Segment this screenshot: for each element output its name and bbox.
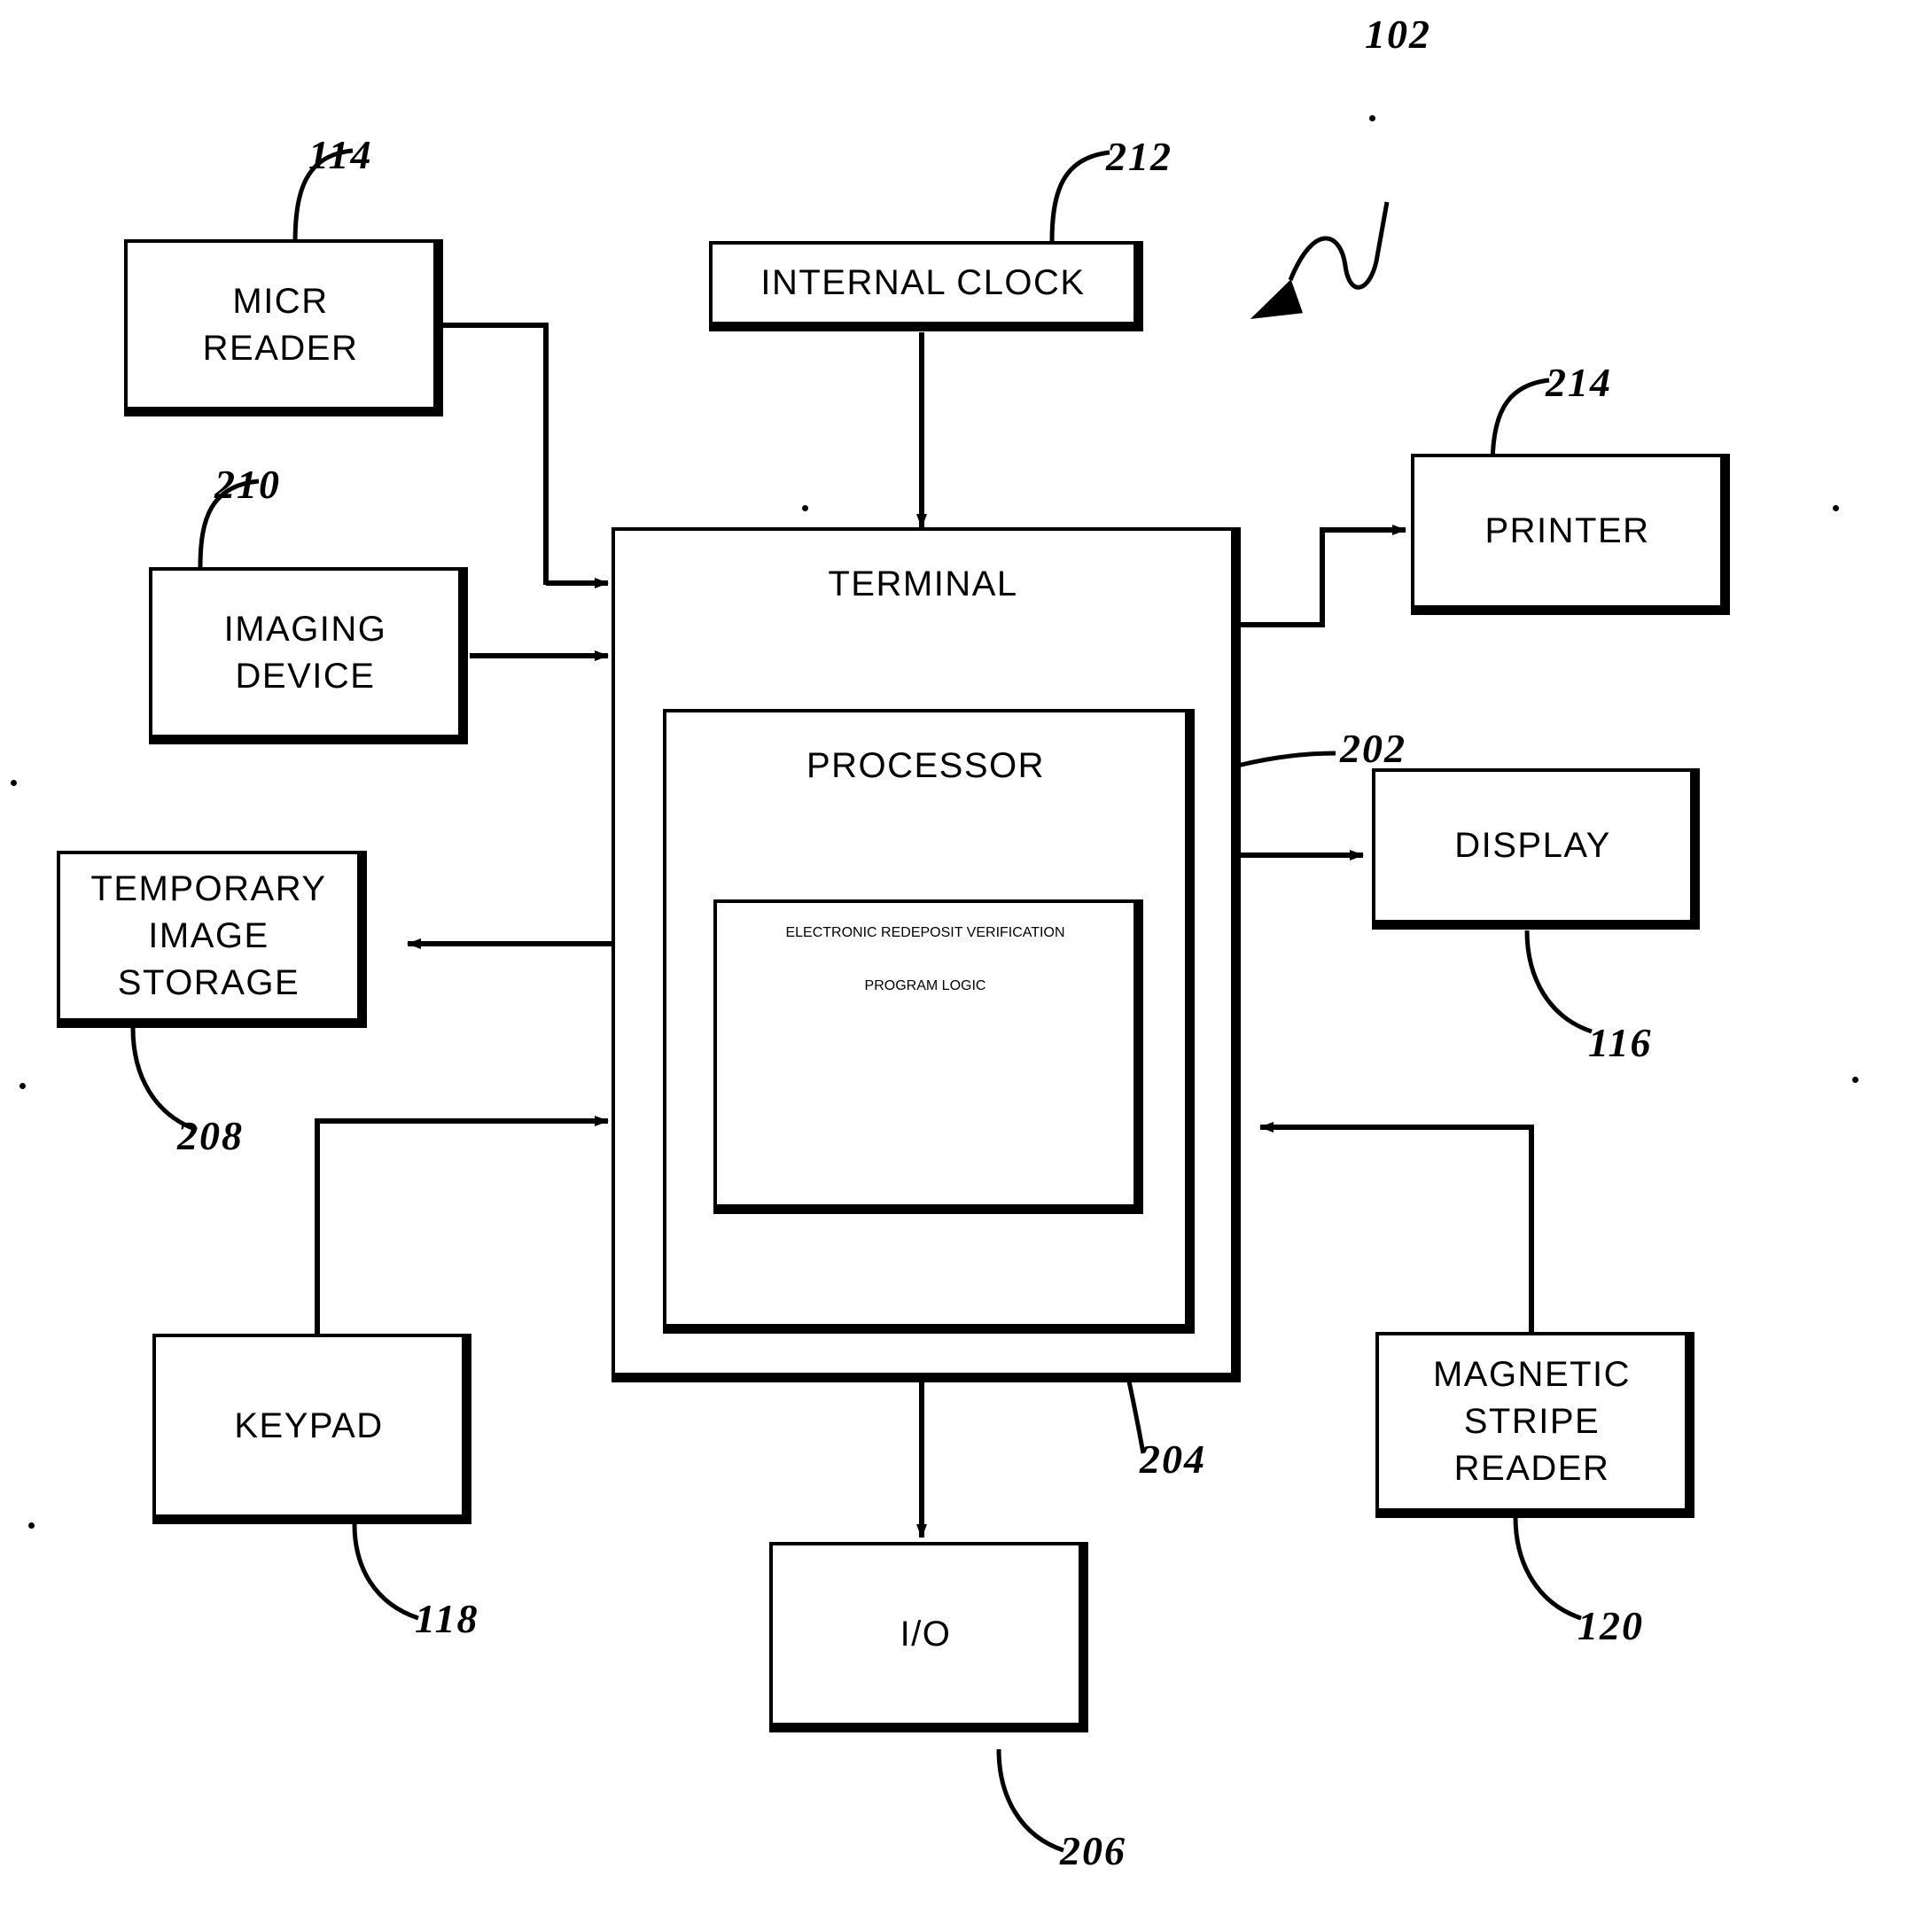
speckle [1852, 1077, 1858, 1083]
block-label-internal-clock: INTERNAL CLOCK [760, 263, 1086, 303]
ref-num-202: 202 [1340, 726, 1406, 771]
block-program-logic[interactable]: ELECTRONIC REDEPOSIT VERIFICATION PROGRA… [713, 899, 1143, 1214]
block-magnetic-stripe-reader[interactable]: MAGNETIC STRIPE READER [1375, 1332, 1694, 1518]
ref-num-114: 114 [308, 132, 373, 177]
block-label-printer: PRINTER [1484, 511, 1650, 551]
block-imaging-device[interactable]: IMAGING DEVICE [149, 567, 468, 744]
block-temporary-image-storage[interactable]: TEMPORARY IMAGE STORAGE [57, 851, 367, 1028]
ref-num-212: 212 [1106, 134, 1172, 179]
block-label-processor: PROCESSOR [806, 746, 1046, 785]
block-label-temporary-image-storage: TEMPORARY IMAGE STORAGE [90, 869, 327, 1002]
speckle [19, 1083, 26, 1089]
block-keypad[interactable]: KEYPAD [152, 1334, 471, 1524]
block-label-program-logic-title: ELECTRONIC REDEPOSIT VERIFICATION [785, 925, 1065, 940]
block-display[interactable]: DISPLAY [1372, 768, 1700, 930]
ref-num-116: 116 [1588, 1020, 1653, 1065]
block-internal-clock[interactable]: INTERNAL CLOCK [709, 241, 1143, 331]
block-label-micr-reader: MICR READER [202, 281, 359, 368]
speckle [802, 505, 808, 511]
ref-num-210: 210 [214, 462, 281, 507]
speckle [1833, 505, 1839, 511]
speckle [28, 1522, 35, 1529]
ref-num-214: 214 [1546, 360, 1612, 405]
patent-figure: MICR READER 114 IMAGING DEVICE 210 TEMPO… [0, 0, 1932, 1915]
block-label-magnetic-stripe-reader: MAGNETIC STRIPE READER [1432, 1355, 1632, 1488]
block-label-io: I/O [900, 1614, 952, 1654]
ref-num-206: 206 [1060, 1828, 1126, 1873]
block-label-imaging-device: IMAGING DEVICE [223, 609, 387, 696]
block-label-program-logic-subtitle: PROGRAM LOGIC [864, 978, 986, 993]
block-label-terminal: TERMINAL [828, 564, 1018, 603]
speckle [11, 780, 17, 786]
block-printer[interactable]: PRINTER [1411, 454, 1730, 615]
ref-num-102: 102 [1365, 12, 1431, 57]
block-micr-reader[interactable]: MICR READER [124, 239, 443, 416]
ref-num-204: 204 [1140, 1436, 1206, 1482]
ref-num-120: 120 [1578, 1603, 1644, 1648]
ref-num-118: 118 [415, 1596, 479, 1641]
block-io[interactable]: I/O [769, 1542, 1088, 1732]
ref-num-208: 208 [177, 1113, 244, 1158]
speckle [1369, 115, 1375, 121]
block-label-display: DISPLAY [1454, 826, 1611, 866]
block-label-keypad: KEYPAD [234, 1405, 384, 1445]
